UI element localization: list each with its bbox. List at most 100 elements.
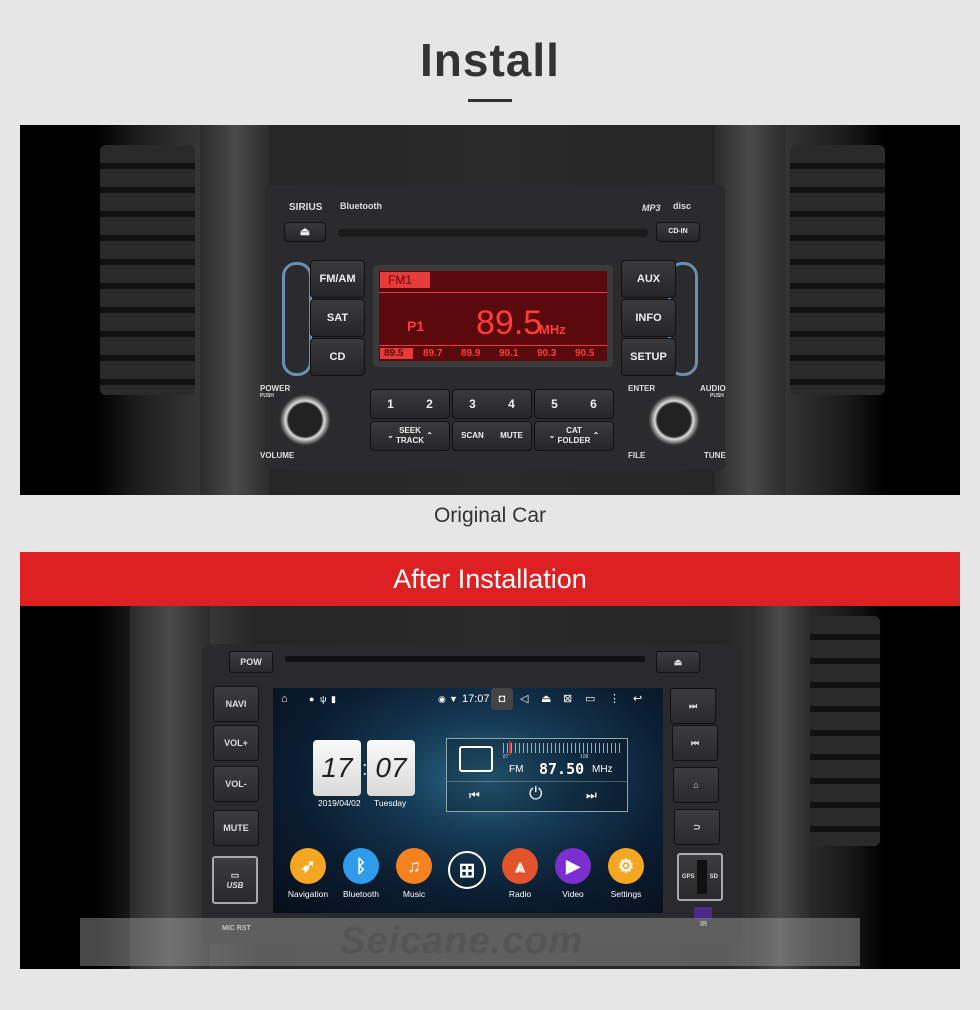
prev-station-icon[interactable]: ⏮ [469,788,480,803]
scale-min: 87 [503,754,509,760]
home-button[interactable]: ⌂ [673,767,719,803]
preset-button-5[interactable]: 5 [551,398,558,410]
home-outline-icon[interactable]: ⌂ [281,692,288,706]
vol-down-button[interactable]: VOL- [213,766,259,802]
eject-icon[interactable]: ⏏ [541,692,551,706]
title-underline [468,99,512,102]
dvd-slot [285,656,645,662]
home-icon: ⌂ [693,780,699,790]
next-track-icon: ⏭ [688,700,698,711]
preset-button-2[interactable]: 2 [426,398,433,410]
mute-button[interactable]: MUTE [213,810,259,846]
volume-icon[interactable]: ◁ [520,692,528,706]
music-note-icon: ♫ [396,848,432,884]
pow-button[interactable]: POW [229,651,273,673]
wifi-icon: ▼ [449,694,458,704]
left-air-vent [100,145,195,395]
app-drawer-button[interactable]: ⊞ [442,851,492,889]
preset-button-1[interactable]: 1 [387,398,394,410]
preset-5: 90.3 [537,348,557,359]
right-air-vent [790,145,885,395]
tune-knob[interactable] [648,394,700,446]
card-slots[interactable]: GPS SD [677,853,723,901]
next-station-icon[interactable]: ⏭ [586,788,597,803]
preset-1: 89.5 [384,348,404,359]
cd-button[interactable]: CD [310,338,365,376]
clock-hour: 17 [313,740,361,796]
usb-icon: ▭ [230,870,240,880]
location-icon: ◉ [438,694,446,704]
preset-button-1-2[interactable]: 12 [370,389,450,419]
app-radio[interactable]: ⩓ Radio [495,848,545,899]
radio-unit: MHz [592,764,613,775]
radio-display: FM1 P1 89.5 MHz 89.5 89.7 89.9 90.1 90.3… [373,265,613,367]
more-menu-icon[interactable]: ⋮ [609,692,620,706]
scan-button[interactable]: SCAN [461,431,484,441]
mute-button[interactable]: MUTE [500,431,523,441]
band-indicator: FM1 [380,272,430,288]
bluetooth-logo: Bluetooth [340,201,382,211]
app-video[interactable]: ▶ Video [548,848,598,899]
power-icon[interactable]: ⏻ [529,784,542,804]
eject-button[interactable]: ⏏ [284,222,326,242]
clock-weekday: Tuesday [374,798,407,808]
chevron-up-icon: ⌃ [424,431,433,440]
scan-mute-button[interactable]: SCAN MUTE [452,421,532,451]
app-music[interactable]: ♫ Music [389,848,439,899]
original-car-caption: Original Car [433,504,547,527]
cd-slot [338,229,648,237]
preset-6: 90.5 [575,348,595,359]
bluetooth-icon: ᛒ [343,848,379,884]
frequency-unit: MHz [539,322,566,337]
back-button[interactable]: ⊃ [674,809,720,845]
preset-button-3[interactable]: 3 [469,398,476,410]
cd-in-button[interactable]: CD-IN [656,222,700,242]
eject-button[interactable]: ⏏ [656,651,700,673]
app-navigation[interactable]: ➶ Navigation [283,848,333,899]
watermark: Seicane.com [340,920,584,962]
android-screen: ⌂ ● ψ ▮ ◉ ▼ 17:07 ◘ ◁ ⏏ ⊠ ▭ ⋮ ↩ 17 : 07 … [273,688,663,913]
app-settings[interactable]: ⚙ Settings [601,848,651,899]
preset-button-3-4[interactable]: 34 [452,389,532,419]
audio-label: AUDIO [700,384,726,393]
cat-folder-button[interactable]: ⌄ CAT FOLDER ⌃ [534,421,614,451]
preset-indicator: P1 [407,318,425,334]
back-icon: ⊃ [693,821,701,832]
shield-icon: ● [309,694,315,704]
clock-date: 2019/04/02 [318,798,361,808]
usb-port[interactable]: ▭ USB [212,856,258,904]
sat-button[interactable]: SAT [310,299,365,337]
clock-minute: 07 [367,740,415,796]
preset-4: 90.1 [499,348,519,359]
info-button[interactable]: INFO [621,299,676,337]
preset-button-6[interactable]: 6 [590,398,597,410]
prev-track-button[interactable]: ⏮ [672,725,718,761]
status-bar: ⌂ ● ψ ▮ ◉ ▼ 17:07 ◘ ◁ ⏏ ⊠ ▭ ⋮ ↩ [273,688,663,710]
chevron-down-icon: ⌄ [387,431,396,440]
chevron-up-icon: ⌃ [590,431,600,440]
fm-am-button[interactable]: FM/AM [310,260,365,298]
preset-button-4[interactable]: 4 [508,398,515,410]
seek-track-button[interactable]: ⌄ SEEK TRACK ⌃ [370,421,450,451]
navi-button[interactable]: NAVI [213,686,259,722]
preset-button-5-6[interactable]: 56 [534,389,614,419]
volume-knob[interactable] [279,394,331,446]
page-title: Install [420,34,560,86]
camera-icon[interactable]: ◘ [491,688,513,710]
recent-apps-icon[interactable]: ▭ [585,692,595,706]
app-bluetooth[interactable]: ᛒ Bluetooth [336,848,386,899]
radio-widget[interactable]: 87 108 FM 87.50 MHz ⏮ ⏻ ⏭ [446,738,628,812]
vol-up-button[interactable]: VOL+ [213,725,259,761]
setup-button[interactable]: SETUP [621,338,676,376]
next-track-button[interactable]: ⏭ [670,688,716,724]
aux-button[interactable]: AUX [621,260,676,298]
power-push-label: PUSH [260,393,274,399]
usb-status-icon: ψ [320,694,327,704]
audio-push-label: PUSH [710,393,724,399]
screenshot-icon[interactable]: ⊠ [563,692,572,706]
frequency-readout: 89.5 [476,304,543,342]
enter-label: ENTER [628,384,656,393]
radio-frequency: 87.50 [539,760,585,778]
back-arrow-icon[interactable]: ↩ [633,692,642,706]
radio-icon [459,746,493,772]
